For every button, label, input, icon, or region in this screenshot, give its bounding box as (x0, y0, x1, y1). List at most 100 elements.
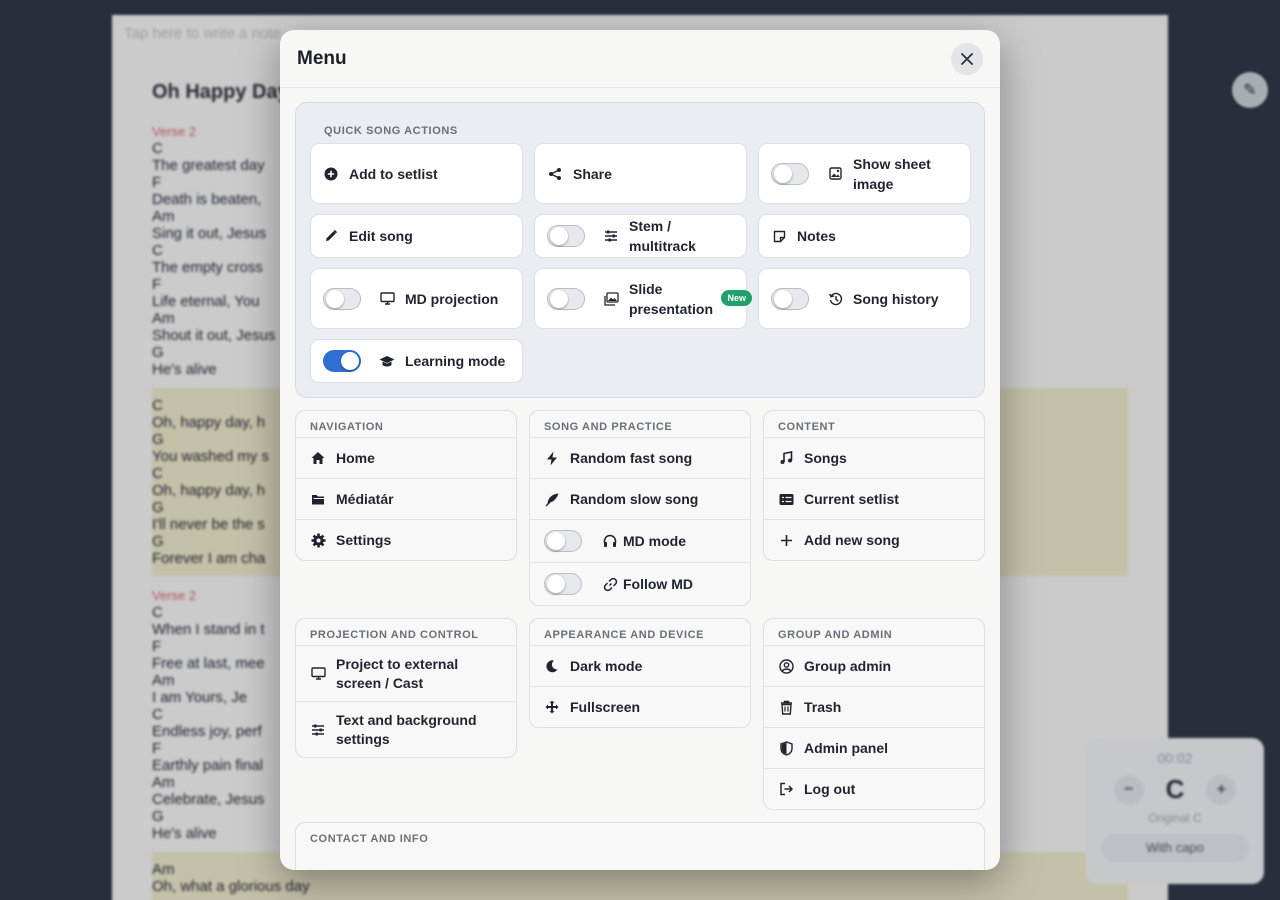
item-label: Group admin (804, 658, 892, 674)
add-to-setlist-button[interactable]: Add to setlist (310, 143, 523, 204)
trash[interactable]: Trash (764, 686, 984, 727)
expand-arrows-icon (544, 699, 560, 715)
admin-panel[interactable]: Admin panel (764, 727, 984, 768)
content-current-setlist[interactable]: Current setlist (764, 478, 984, 519)
item-label: Médiatár (336, 491, 394, 507)
item-label: Home (336, 450, 375, 466)
group-admin-section: GROUP AND ADMIN Group admin Trash Admin … (763, 618, 985, 810)
menu-modal: Menu QUICK SONG ACTIONS Add to setlist S… (280, 30, 1000, 870)
group-admin[interactable]: Group admin (764, 645, 984, 686)
close-icon (961, 52, 973, 65)
plus-circle-icon (323, 166, 339, 182)
music-note-icon (778, 450, 794, 466)
toggle-switch[interactable] (323, 287, 361, 310)
sticky-note-icon (771, 228, 787, 244)
nav-mediatar[interactable]: Médiatár (296, 478, 516, 519)
action-label: Slide presentation (629, 280, 714, 317)
item-label: Fullscreen (570, 699, 641, 715)
item-label: MD mode (623, 533, 686, 549)
item-label: Current setlist (804, 491, 899, 507)
toggle-switch[interactable] (323, 350, 361, 372)
notes-button[interactable]: Notes (758, 214, 971, 258)
item-label: Project to external screen / Cast (336, 655, 459, 691)
stem-multitrack-toggle[interactable]: Stem / multitrack (534, 214, 747, 258)
monitor-icon (379, 291, 395, 307)
content-songs[interactable]: Songs (764, 437, 984, 478)
item-label: Log out (804, 781, 856, 797)
monitor-icon (310, 666, 326, 682)
user-circle-icon (778, 658, 794, 674)
toggle-switch[interactable] (547, 225, 585, 247)
follow-md-toggle[interactable]: Follow MD (530, 562, 750, 605)
toggle-switch[interactable] (544, 530, 582, 552)
action-label: Add to setlist (349, 165, 438, 182)
action-label: Edit song (349, 228, 413, 244)
fullscreen[interactable]: Fullscreen (530, 686, 750, 727)
sliders-icon (310, 722, 326, 738)
folder-icon (310, 491, 326, 507)
moon-icon (544, 658, 560, 674)
appearance-section: APPEARANCE AND DEVICE Dark mode Fullscre… (529, 618, 751, 728)
trash-icon (778, 699, 794, 715)
log-out[interactable]: Log out (764, 768, 984, 809)
toggle-switch[interactable] (544, 573, 582, 595)
quick-song-actions: QUICK SONG ACTIONS Add to setlist Share … (295, 102, 985, 398)
projection-section: PROJECTION AND CONTROL Project to extern… (295, 618, 517, 758)
item-label: Songs (804, 450, 847, 466)
dark-mode[interactable]: Dark mode (530, 645, 750, 686)
item-label: Admin panel (804, 740, 889, 756)
item-label: Trash (804, 699, 842, 715)
slide-presentation-toggle[interactable]: Slide presentation New (534, 268, 752, 329)
toggle-switch[interactable] (547, 287, 585, 310)
text-background-settings[interactable]: Text and background settings (296, 701, 516, 757)
toggle-switch[interactable] (771, 162, 809, 185)
song-practice-section: SONG AND PRACTICE Random fast song Rando… (529, 410, 751, 606)
nav-home[interactable]: Home (296, 437, 516, 478)
section-title: APPEARANCE AND DEVICE (544, 629, 705, 641)
new-badge: New (721, 290, 752, 306)
section-title: NAVIGATION (310, 421, 384, 433)
link-icon (602, 576, 618, 592)
item-label: Random slow song (570, 491, 699, 507)
project-external-screen[interactable]: Project to external screen / Cast (296, 645, 516, 701)
logout-icon (778, 781, 794, 797)
headphones-icon (602, 533, 618, 549)
item-label: Random fast song (570, 450, 693, 466)
contact-info-section: CONTACT AND INFO (295, 822, 985, 870)
section-title: GROUP AND ADMIN (778, 629, 893, 641)
content-add-new-song[interactable]: Add new song (764, 519, 984, 560)
gear-icon (310, 532, 326, 548)
modal-header: Menu (280, 30, 1000, 88)
action-label: Share (573, 165, 612, 182)
random-slow-song[interactable]: Random slow song (530, 478, 750, 519)
images-icon (603, 291, 619, 307)
action-label: Learning mode (405, 353, 506, 369)
share-button[interactable]: Share (534, 143, 747, 204)
bolt-icon (544, 450, 560, 466)
close-button[interactable] (951, 42, 983, 75)
nav-settings[interactable]: Settings (296, 519, 516, 560)
section-title: QUICK SONG ACTIONS (324, 125, 458, 137)
share-icon (547, 166, 563, 182)
action-label: Notes (797, 228, 836, 244)
random-fast-song[interactable]: Random fast song (530, 437, 750, 478)
shield-icon (778, 740, 794, 756)
md-mode-toggle[interactable]: MD mode (530, 519, 750, 562)
sliders-icon (603, 228, 619, 244)
song-history-toggle[interactable]: Song history (758, 268, 971, 329)
image-icon (827, 166, 843, 182)
toggle-switch[interactable] (771, 287, 809, 310)
item-label: Add new song (804, 532, 900, 548)
section-title: CONTENT (778, 421, 836, 433)
feather-icon (544, 491, 560, 507)
content-section: CONTENT Songs Current setlist Add new so… (763, 410, 985, 561)
show-sheet-image-toggle[interactable]: Show sheet image (758, 143, 971, 204)
graduation-cap-icon (379, 353, 395, 369)
learning-mode-toggle[interactable]: Learning mode (310, 339, 523, 383)
action-label: Show sheet image (853, 155, 931, 192)
navigation-section: NAVIGATION Home Médiatár Settings (295, 410, 517, 561)
md-projection-toggle[interactable]: MD projection (310, 268, 523, 329)
item-label: Settings (336, 532, 392, 548)
action-label: Song history (853, 290, 939, 307)
edit-song-button[interactable]: Edit song (310, 214, 523, 258)
